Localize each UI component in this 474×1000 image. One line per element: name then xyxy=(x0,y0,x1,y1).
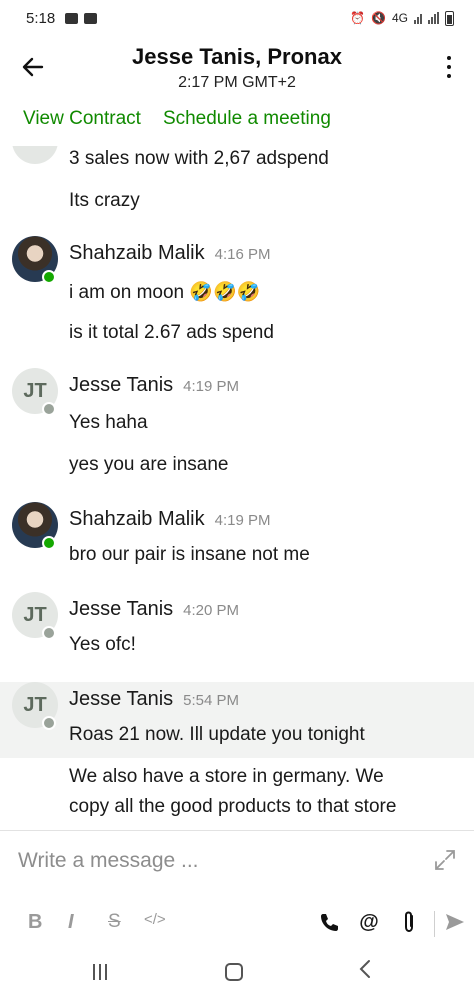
expand-icon[interactable] xyxy=(434,849,456,871)
message-text: i am on moon 🤣🤣🤣 xyxy=(69,282,261,303)
message-text: Yes haha xyxy=(69,412,148,433)
sender-name: Jesse Tanis 4:20 PM xyxy=(69,598,239,621)
away-status-dot xyxy=(42,626,56,640)
message-time: 4:20 PM xyxy=(183,602,240,619)
send-icon[interactable] xyxy=(442,909,468,935)
message-text: Its crazy xyxy=(69,190,140,211)
gallery-notification-icon xyxy=(65,12,79,24)
phone-icon[interactable] xyxy=(316,909,342,935)
avatar-initials: JT xyxy=(23,693,47,716)
italic-button[interactable]: I xyxy=(68,911,74,934)
home-icon[interactable] xyxy=(225,963,243,981)
online-status-dot xyxy=(42,270,56,284)
sender-name-text: Jesse Tanis xyxy=(69,598,174,620)
sender-name: Shahzaib Malik 4:19 PM xyxy=(69,508,271,531)
kebab-menu-icon[interactable] xyxy=(446,56,452,78)
network-type: 4G xyxy=(391,11,408,25)
message-time: 4:19 PM xyxy=(214,512,271,529)
code-button[interactable]: </> xyxy=(144,911,166,928)
sender-name-text: Jesse Tanis xyxy=(69,688,174,710)
mention-icon[interactable]: @ xyxy=(356,909,382,935)
message-composer: Write a message ... B I S </> @ xyxy=(0,830,474,946)
message-text: Roas 21 now. Ill update you tonight xyxy=(69,724,365,745)
signal-icon xyxy=(414,12,422,24)
message-text: is it total 2.67 ads spend xyxy=(69,322,274,343)
view-contract-link[interactable]: View Contract xyxy=(23,108,141,130)
sender-name: Shahzaib Malik 4:16 PM xyxy=(69,242,271,265)
chat-actions: View Contract Schedule a meeting xyxy=(23,108,331,130)
chat-local-time: 2:17 PM GMT+2 xyxy=(178,74,296,91)
strikethrough-button[interactable]: S xyxy=(108,911,121,933)
sender-name-text: Shahzaib Malik xyxy=(69,508,205,530)
battery-icon xyxy=(445,10,454,26)
chat-title: Jesse Tanis, Pronax xyxy=(132,44,342,69)
recent-apps-icon[interactable] xyxy=(93,964,107,980)
system-nav-bar xyxy=(0,946,474,1000)
message-text: bro our pair is insane not me xyxy=(69,544,310,565)
signal-icon-2 xyxy=(428,12,439,24)
bold-button[interactable]: B xyxy=(28,911,42,934)
avatar xyxy=(12,146,58,164)
online-status-dot xyxy=(42,536,56,550)
avatar-initials: JT xyxy=(23,603,47,626)
message-text: copy all the good products to that store xyxy=(69,796,397,817)
avatar-initials: JT xyxy=(23,379,47,402)
status-time: 5:18 xyxy=(26,9,56,27)
message-text: 3 sales now with 2,67 adspend xyxy=(69,148,329,169)
message-time: 4:19 PM xyxy=(183,378,240,395)
nav-back-icon[interactable] xyxy=(358,958,372,987)
message-time: 4:16 PM xyxy=(214,246,271,263)
toolbar-divider xyxy=(434,911,435,937)
status-bar: 5:18 ⏰ 🔇 4G xyxy=(0,0,474,36)
message-notification-icon xyxy=(84,12,98,24)
message-input[interactable]: Write a message ... xyxy=(18,849,199,873)
message-list[interactable]: 3 sales now with 2,67 adspend Its crazy … xyxy=(0,146,474,830)
sender-name: Jesse Tanis 5:54 PM xyxy=(69,688,239,711)
message-text: Yes ofc! xyxy=(69,634,136,655)
sender-name-text: Shahzaib Malik xyxy=(69,242,205,264)
away-status-dot xyxy=(42,402,56,416)
message-time: 5:54 PM xyxy=(183,692,240,709)
chat-header: Jesse Tanis, Pronax 2:17 PM GMT+2 xyxy=(0,36,474,100)
paperclip-icon[interactable] xyxy=(396,909,422,935)
alarm-icon: ⏰ xyxy=(350,11,366,25)
mute-icon: 🔇 xyxy=(371,11,386,25)
message-text: We also have a store in germany. We xyxy=(69,766,384,787)
schedule-meeting-link[interactable]: Schedule a meeting xyxy=(163,108,331,130)
message-text: yes you are insane xyxy=(69,454,229,475)
sender-name: Jesse Tanis 4:19 PM xyxy=(69,374,239,397)
away-status-dot xyxy=(42,716,56,730)
sender-name-text: Jesse Tanis xyxy=(69,374,174,396)
